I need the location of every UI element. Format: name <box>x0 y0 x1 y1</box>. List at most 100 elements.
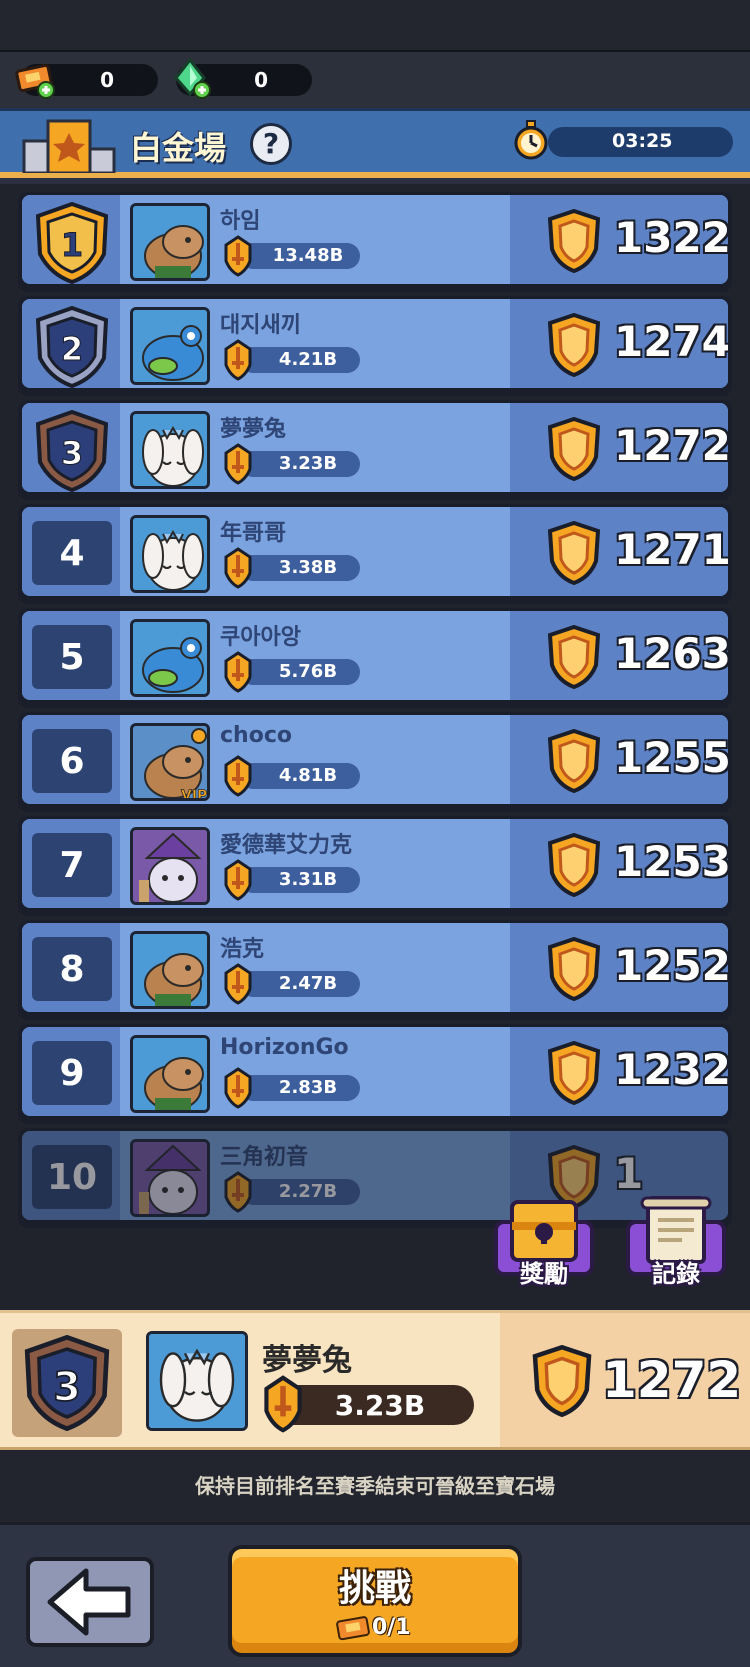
gem-count: 0 <box>254 68 268 92</box>
leaderboard-row[interactable]: 3 夢夢兔 3.23B 1272 <box>18 400 732 500</box>
leaderboard-row[interactable]: 4 年哥哥 3.38B 1271 <box>18 504 732 604</box>
sword-icon <box>224 1171 252 1213</box>
rank-badge-icon: 1 <box>35 202 109 284</box>
my-power-value: 3.23B <box>334 1389 426 1422</box>
capybara-icon <box>133 934 207 1006</box>
ticket-plus-icon <box>15 63 55 99</box>
player-score: 1274 <box>614 317 728 366</box>
player-name: 年哥哥 <box>220 521 287 546</box>
leaderboard-row[interactable]: 2 대지새끼 4.21B 1274 <box>18 296 732 396</box>
trophy-shield-icon <box>532 1345 592 1417</box>
sword-icon <box>224 443 252 485</box>
promotion-hint: 保持目前排名至賽季結束可晉級至寶石場 <box>0 1450 750 1522</box>
ticket-icon <box>336 1616 370 1641</box>
player-avatar[interactable] <box>130 827 210 905</box>
rank-number: 10 <box>32 1145 112 1209</box>
score-cell: 1253 <box>510 819 728 908</box>
back-button[interactable] <box>26 1557 154 1647</box>
rank-cell: 1 <box>22 195 120 284</box>
rank-cell: 3 <box>22 403 120 492</box>
player-score: 1255 <box>614 733 728 782</box>
timer-value: 03:25 <box>612 130 673 152</box>
leaderboard-row[interactable]: 6 VIP choco 4.81B 1255 <box>18 712 732 812</box>
sword-icon <box>224 235 252 277</box>
player-avatar[interactable] <box>130 1139 210 1217</box>
back-arrow-icon <box>47 1568 131 1636</box>
rank-cell: 4 <box>22 507 120 596</box>
rank-number: 1 <box>61 226 83 264</box>
player-avatar[interactable] <box>130 307 210 385</box>
score-cell: 1255 <box>510 715 728 804</box>
my-rank-cell: 3 <box>12 1329 122 1437</box>
player-score: 1232 <box>614 1045 728 1094</box>
leaderboard-row[interactable]: 9 HorizonGo 2.83B 1232 <box>18 1024 732 1124</box>
score-cell: 1274 <box>510 299 728 388</box>
sword-icon <box>224 339 252 381</box>
player-score: 1252 <box>614 941 728 990</box>
sword-icon <box>224 651 252 693</box>
rank-cell: 5 <box>22 611 120 700</box>
challenge-label: 挑戰 <box>338 1568 411 1609</box>
leaderboard-row[interactable]: 1 하임 13.48B 1322 <box>18 192 732 292</box>
player-power: 13.48B <box>272 245 344 266</box>
season-timer: 03:25 <box>548 127 733 157</box>
trophy-shield-icon <box>547 209 601 273</box>
trophy-shield-icon <box>547 417 601 481</box>
rank-number: 5 <box>32 625 112 689</box>
player-name: choco <box>220 723 292 748</box>
player-avatar[interactable]: VIP <box>130 723 210 801</box>
player-power: 3.31B <box>278 869 338 890</box>
score-cell: 1263 <box>510 611 728 700</box>
rank-number: 8 <box>32 937 112 1001</box>
player-avatar[interactable] <box>130 1035 210 1113</box>
arena-header: 白金場 ? 03:25 <box>0 108 750 178</box>
rank-cell: 8 <box>22 923 120 1012</box>
player-avatar[interactable] <box>130 411 210 489</box>
my-score-value: 1272 <box>602 1351 742 1409</box>
trophy-shield-icon <box>547 833 601 897</box>
player-avatar[interactable] <box>130 515 210 593</box>
player-name: 夢夢兔 <box>220 417 287 442</box>
rewards-label: 獎勵 <box>520 1260 568 1288</box>
purple-wizard-icon <box>133 830 207 902</box>
purple-wizard-icon <box>133 1142 207 1214</box>
records-button[interactable]: 記錄 <box>622 1196 730 1296</box>
ticket-counter[interactable]: 0 <box>15 63 158 99</box>
challenge-button[interactable]: 挑戰 0/1 <box>228 1545 522 1657</box>
leaderboard-list[interactable]: 1 하임 13.48B 1322 2 대지새끼 4.21B 1274 3 夢夢兔 3.23B 1272… <box>0 184 750 1310</box>
score-cell: 1232 <box>510 1027 728 1116</box>
rank-number: 7 <box>32 833 112 897</box>
my-ranking-row: 3 夢夢兔 3.23B 1272 <box>0 1310 750 1450</box>
player-avatar[interactable] <box>130 203 210 281</box>
help-button[interactable]: ? <box>250 123 292 165</box>
player-power: 2.27B <box>278 1181 338 1202</box>
player-avatar[interactable] <box>130 619 210 697</box>
rank-badge-icon: 3 <box>35 410 109 492</box>
my-player-name: 夢夢兔 <box>262 1343 352 1378</box>
player-power: 4.21B <box>278 349 338 370</box>
leaderboard-row[interactable]: 8 浩克 2.47B 1252 <box>18 920 732 1020</box>
player-name: 하임 <box>220 209 261 234</box>
leaderboard-row[interactable]: 7 愛德華艾力克 3.31B 1253 <box>18 816 732 916</box>
gem-plus-icon <box>174 58 211 99</box>
white-bunny-icon <box>133 518 207 590</box>
player-avatar[interactable] <box>130 931 210 1009</box>
player-name: 대지새끼 <box>220 313 301 338</box>
score-cell: 1272 <box>510 403 728 492</box>
trophy-shield-icon <box>547 313 601 377</box>
my-avatar[interactable] <box>146 1331 248 1431</box>
trophy-shield-icon <box>547 521 601 585</box>
leaderboard-row[interactable]: 5 쿠아아앙 5.76B 1263 <box>18 608 732 708</box>
blue-frog-icon <box>133 310 207 382</box>
player-power: 2.47B <box>278 973 338 994</box>
gem-counter[interactable]: 0 <box>174 58 312 99</box>
rank-number: 4 <box>32 521 112 585</box>
records-label: 記錄 <box>652 1260 700 1288</box>
sword-icon <box>224 547 252 589</box>
rank-cell: 10 <box>22 1131 120 1220</box>
podium-icon <box>22 119 116 173</box>
sword-icon <box>224 1067 252 1109</box>
rewards-button[interactable]: 獎勵 <box>490 1196 598 1296</box>
player-power: 3.23B <box>278 453 338 474</box>
trophy-shield-icon <box>547 1041 601 1105</box>
